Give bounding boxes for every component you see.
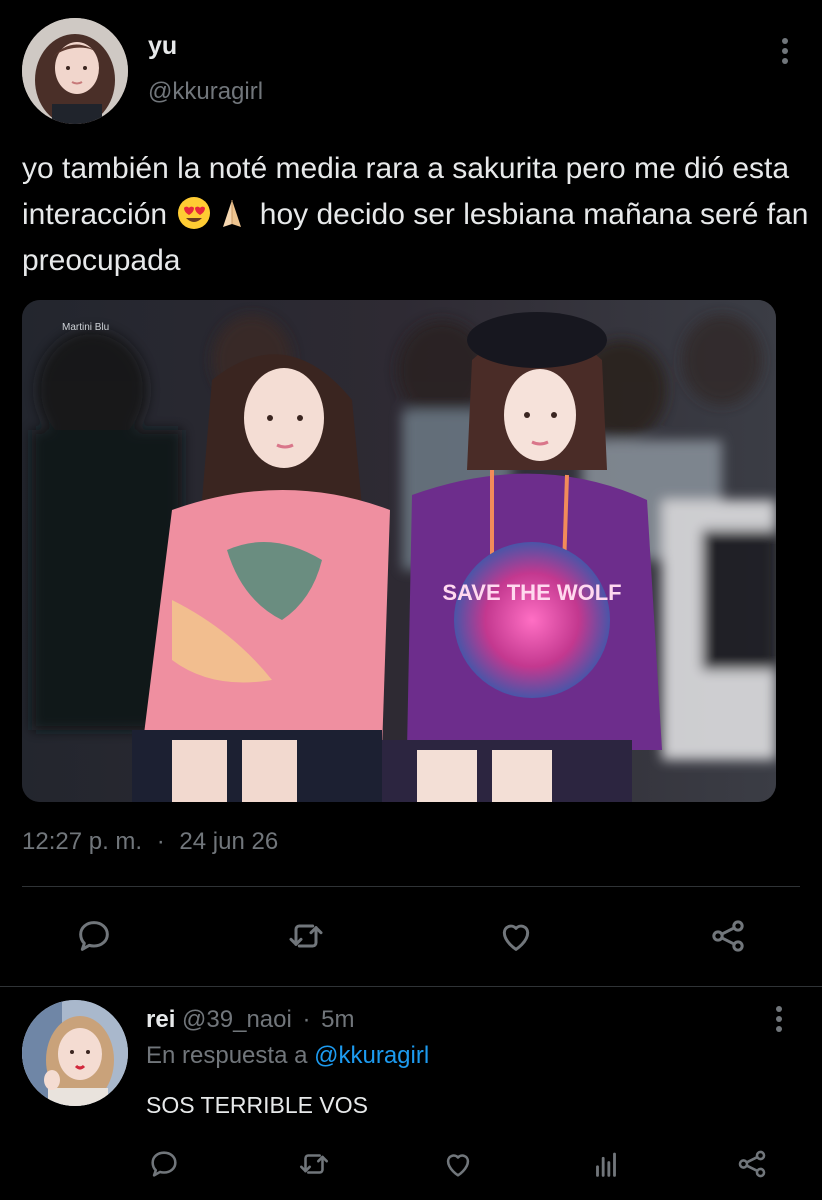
hoodie-text: SAVE THE WOLF xyxy=(442,580,621,605)
avatar[interactable] xyxy=(22,18,128,124)
timestamp-separator: · xyxy=(156,828,165,855)
replying-to: En respuesta a @kkuragirl xyxy=(146,1042,429,1070)
reply-icon xyxy=(151,1151,177,1177)
display-name[interactable]: yu xyxy=(148,32,177,61)
like-button[interactable] xyxy=(494,914,538,958)
retweet-icon xyxy=(289,924,323,948)
folded-hands-emoji-icon xyxy=(215,196,249,230)
reply-avatar[interactable] xyxy=(22,1000,128,1106)
divider xyxy=(22,886,800,887)
retweet-button[interactable] xyxy=(292,1142,336,1186)
media-watermark: Martini Blu xyxy=(62,322,109,333)
reply-time[interactable]: 5m xyxy=(321,1006,354,1033)
reply-handle[interactable]: @39_naoi xyxy=(182,1006,292,1033)
share-button[interactable] xyxy=(730,1142,774,1186)
analytics-icon xyxy=(596,1152,616,1177)
tweet-header: yu @kkuragirl xyxy=(22,18,802,128)
user-handle[interactable]: @kkuragirl xyxy=(148,78,263,106)
share-icon xyxy=(712,920,744,952)
analytics-button[interactable] xyxy=(584,1142,628,1186)
tweet-photo[interactable]: SAVE THE WOLF Martini Blu xyxy=(22,300,776,802)
retweet-button[interactable] xyxy=(284,914,328,958)
share-button[interactable] xyxy=(706,914,750,958)
reply-text: SOS TERRIBLE VOS xyxy=(146,1092,368,1118)
replying-to-handle[interactable]: @kkuragirl xyxy=(314,1042,429,1069)
reply-button[interactable] xyxy=(72,914,116,958)
reply-header: rei @39_naoi · 5m xyxy=(146,1006,355,1034)
more-vertical-icon[interactable] xyxy=(778,38,792,66)
tweet-date: 24 jun 26 xyxy=(179,828,279,855)
heart-eyes-emoji-icon xyxy=(177,196,211,230)
tweet-time: 12:27 p. m. xyxy=(22,828,143,855)
more-vertical-icon[interactable] xyxy=(772,1006,786,1034)
reply-button[interactable] xyxy=(142,1142,186,1186)
like-button[interactable] xyxy=(436,1142,480,1186)
replying-to-label: En respuesta a xyxy=(146,1042,308,1069)
divider xyxy=(0,986,822,987)
tweet-text: yo también la noté media rara a sakurita… xyxy=(22,146,812,284)
reply-display-name[interactable]: rei xyxy=(146,1006,175,1033)
reply-icon xyxy=(79,921,109,951)
tweet-timestamp[interactable]: 12:27 p. m. · 24 jun 26 xyxy=(22,828,278,856)
heart-icon xyxy=(502,924,530,951)
reply-separator: · xyxy=(302,1006,311,1033)
retweet-icon xyxy=(299,1154,329,1174)
tweet-thread: yu @kkuragirl yo también la noté media r… xyxy=(0,0,822,1200)
share-icon xyxy=(738,1150,766,1178)
heart-icon xyxy=(446,1154,470,1177)
